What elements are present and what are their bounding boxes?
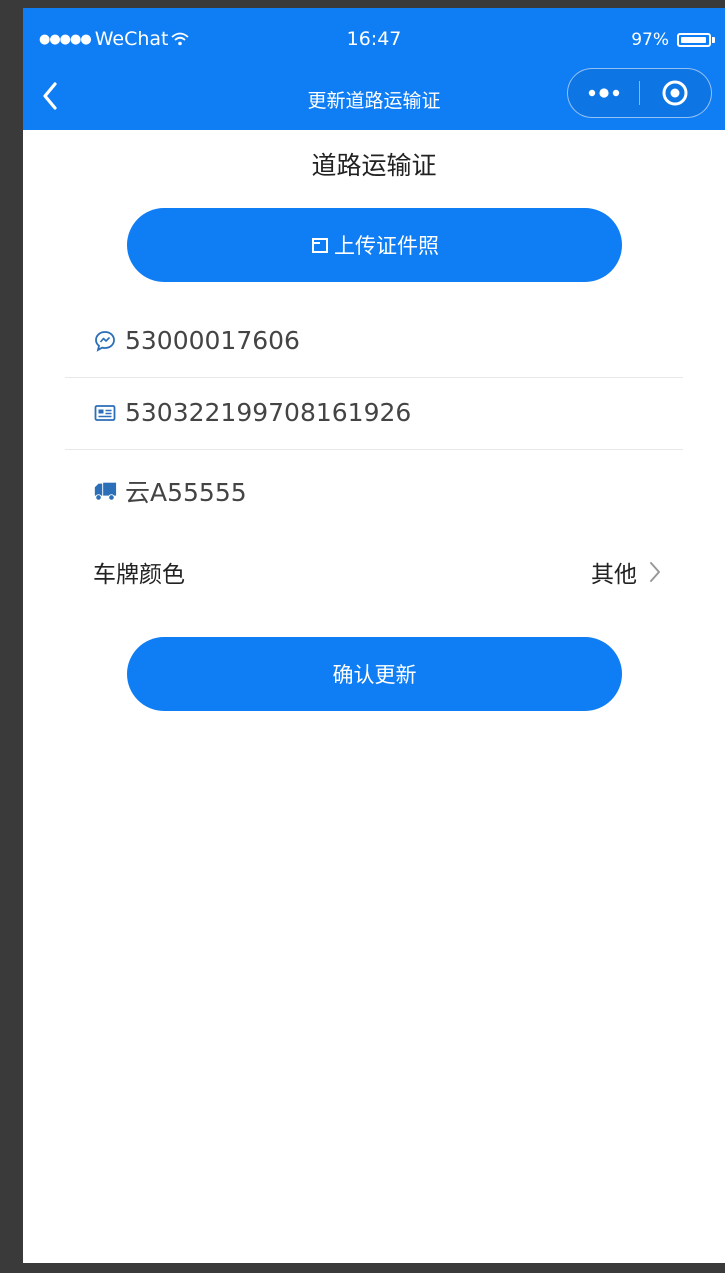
upload-photo-button[interactable]: 上传证件照 bbox=[127, 208, 622, 282]
upload-frame-icon bbox=[312, 238, 328, 253]
plate-color-value-wrap: 其他 bbox=[591, 555, 661, 589]
confirm-button-label: 确认更新 bbox=[332, 663, 417, 687]
truck-icon bbox=[93, 479, 117, 503]
plate-color-value: 其他 bbox=[591, 562, 637, 588]
id-card-icon bbox=[93, 401, 117, 425]
status-time: 16:47 bbox=[346, 28, 402, 50]
more-dots-icon bbox=[588, 88, 619, 98]
chat-bubble-icon bbox=[93, 329, 117, 353]
confirm-update-button[interactable]: 确认更新 bbox=[127, 637, 622, 711]
close-miniprogram-button[interactable] bbox=[640, 68, 711, 118]
battery-percent: 97% bbox=[631, 30, 669, 50]
more-button[interactable] bbox=[568, 68, 639, 118]
phone-screen: ●●●●● WeChat 16:47 97% 更新道路运输证 道路运输证 上传证… bbox=[23, 8, 725, 1263]
page-title: 道路运输证 bbox=[311, 151, 437, 180]
license-number-value: 53000017606 bbox=[125, 326, 300, 355]
nav-bar: 更新道路运输证 bbox=[23, 56, 725, 130]
battery-icon bbox=[677, 33, 711, 47]
plate-color-selector[interactable]: 车牌颜色 其他 bbox=[65, 537, 683, 607]
target-circle-icon bbox=[662, 80, 688, 106]
plate-color-label: 车牌颜色 bbox=[93, 562, 185, 588]
miniprogram-capsule bbox=[567, 68, 712, 118]
chevron-right-icon bbox=[650, 562, 660, 582]
upload-button-label: 上传证件照 bbox=[334, 234, 439, 258]
header: ●●●●● WeChat 16:47 97% 更新道路运输证 bbox=[23, 8, 725, 130]
plate-number-field[interactable]: 云A55555 bbox=[65, 454, 683, 528]
battery-status: 97% bbox=[631, 30, 715, 50]
battery-tip bbox=[712, 37, 715, 43]
license-number-field[interactable]: 53000017606 bbox=[65, 304, 683, 378]
status-bar: ●●●●● WeChat 16:47 97% bbox=[23, 8, 725, 56]
id-number-value: 530322199708161926 bbox=[125, 398, 412, 427]
window-frame bbox=[0, 0, 725, 8]
id-number-field[interactable]: 530322199708161926 bbox=[65, 376, 683, 450]
plate-number-value: 云A55555 bbox=[125, 478, 247, 507]
